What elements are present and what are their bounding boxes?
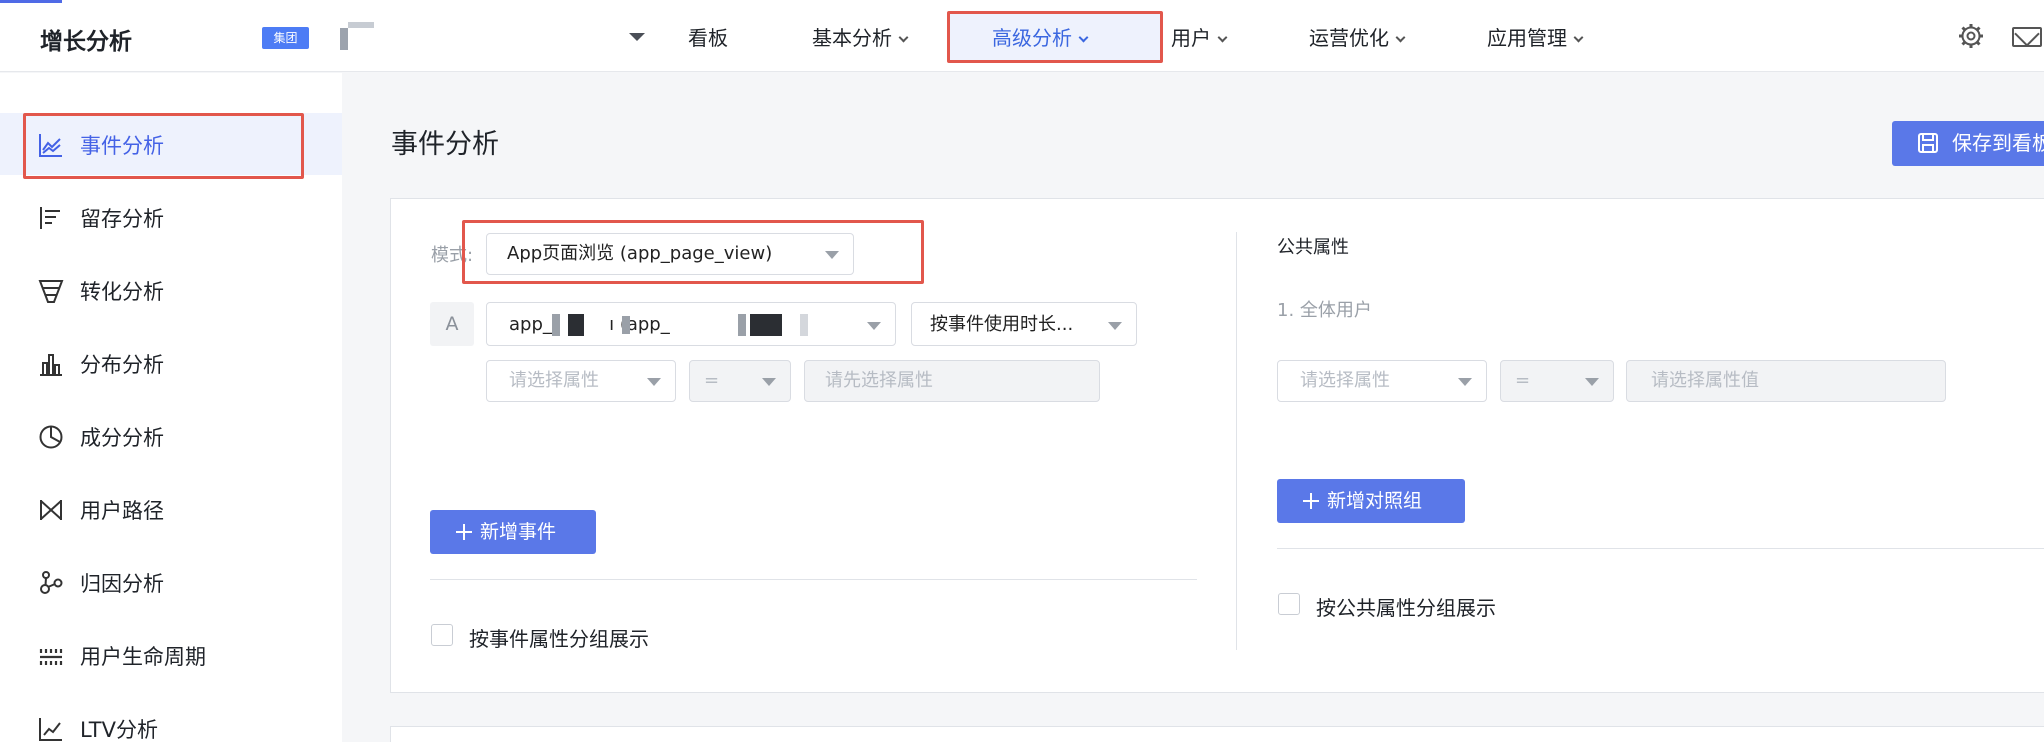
- gear-icon[interactable]: [1958, 23, 1984, 49]
- lifecycle-icon: [39, 649, 63, 665]
- common-property-value-placeholder: 请选择属性值: [1651, 370, 1759, 391]
- dropdown-arrow-icon: [647, 378, 661, 386]
- event-property-value-placeholder: 请先选择属性: [825, 370, 933, 391]
- nav-dashboard[interactable]: 看板: [688, 0, 728, 72]
- save-to-dashboard-button[interactable]: 保存到看板: [1892, 121, 2044, 166]
- path-icon: [40, 500, 62, 520]
- event-select-value: app_ ı (app_: [509, 314, 670, 335]
- top-navigation-bar: 增长分析 集团 看板 基本分析 高级分析 用户 运营优化 应用管理: [0, 0, 2044, 72]
- nav-users-label: 用户: [1171, 26, 1211, 50]
- mail-icon[interactable]: [2012, 27, 2042, 47]
- chevron-down-icon: [1217, 32, 1228, 43]
- event-operator-select[interactable]: =: [689, 360, 791, 402]
- project-dropdown-caret-icon[interactable]: [629, 33, 645, 41]
- divider: [430, 579, 1197, 580]
- dropdown-arrow-icon: [762, 378, 776, 386]
- nav-ops-optimization-label: 运营优化: [1309, 26, 1389, 50]
- column-divider: [1236, 232, 1237, 650]
- sidebar-item-distribution-analysis[interactable]: 分布分析: [0, 332, 342, 394]
- redaction-block: [750, 314, 782, 336]
- pie-chart-icon: [39, 425, 63, 449]
- divider: [1277, 548, 2044, 549]
- nav-app-management-label: 应用管理: [1487, 26, 1567, 50]
- event-operator-value: =: [704, 370, 720, 391]
- common-attributes-title: 公共属性: [1277, 237, 1349, 258]
- add-control-group-button[interactable]: 新增对照组: [1277, 479, 1465, 523]
- highlight-box-mode: [462, 220, 924, 284]
- nav-dashboard-label: 看板: [688, 26, 728, 50]
- sidebar-item-user-lifecycle[interactable]: 用户生命周期: [0, 624, 342, 686]
- chevron-down-icon: [1395, 32, 1406, 43]
- sidebar-item-label: 归因分析: [80, 572, 164, 596]
- sidebar-item-ltv-analysis[interactable]: LTV分析: [0, 697, 342, 742]
- redaction-block: [738, 314, 746, 336]
- sidebar-item-label: 分布分析: [80, 353, 164, 377]
- redaction-block: [800, 314, 808, 336]
- sidebar-item-retention-analysis[interactable]: 留存分析: [0, 186, 342, 248]
- common-property-value-input[interactable]: 请选择属性值: [1626, 360, 1946, 402]
- metric-select-value: 按事件使用时长...: [930, 314, 1074, 335]
- common-operator-value: =: [1515, 370, 1531, 391]
- group-by-event-checkbox[interactable]: [431, 624, 453, 646]
- plus-icon: [1303, 493, 1319, 509]
- add-event-button[interactable]: 新增事件: [430, 510, 596, 554]
- loading-progress-bar: [0, 0, 62, 3]
- dropdown-arrow-icon: [1108, 322, 1122, 330]
- event-property-select[interactable]: 请选择属性: [486, 360, 676, 402]
- nav-basic-analysis[interactable]: 基本分析: [812, 0, 909, 72]
- bar-chart-icon: [40, 354, 62, 376]
- redaction-block: [552, 314, 560, 336]
- common-property-select[interactable]: 请选择属性: [1277, 360, 1487, 402]
- group-by-common-checkbox[interactable]: [1278, 593, 1300, 615]
- attribution-icon: [40, 571, 63, 594]
- event-row-letter: A: [430, 302, 474, 346]
- save-icon: [1918, 133, 1938, 153]
- chevron-down-icon: [1573, 32, 1584, 43]
- nav-basic-analysis-label: 基本分析: [812, 26, 892, 50]
- group-by-event-label: 按事件属性分组展示: [469, 627, 649, 651]
- sidebar-item-label: 留存分析: [80, 207, 164, 231]
- result-panel: [390, 726, 2044, 742]
- all-users-label: 1. 全体用户: [1277, 300, 1372, 321]
- sidebar-item-label: 用户路径: [80, 499, 164, 523]
- highlight-box-nav: [947, 11, 1163, 63]
- sidebar-item-label: LTV分析: [80, 718, 159, 742]
- page-title: 事件分析: [391, 129, 499, 160]
- group-by-common-label: 按公共属性分组展示: [1316, 596, 1496, 620]
- add-control-group-label: 新增对照组: [1327, 490, 1423, 512]
- save-button-label: 保存到看板: [1952, 131, 2044, 155]
- nav-ops-optimization[interactable]: 运营优化: [1309, 0, 1406, 72]
- sidebar-item-attribution-analysis[interactable]: 归因分析: [0, 551, 342, 613]
- dropdown-arrow-icon: [1458, 378, 1472, 386]
- funnel-icon: [38, 280, 64, 303]
- chevron-down-icon: [898, 32, 909, 43]
- event-property-placeholder: 请选择属性: [509, 370, 599, 391]
- nav-users[interactable]: 用户: [1171, 0, 1228, 72]
- nav-app-management[interactable]: 应用管理: [1487, 0, 1584, 72]
- redaction-block: [568, 314, 584, 336]
- dropdown-arrow-icon: [867, 322, 881, 330]
- dropdown-arrow-icon: [1585, 378, 1599, 386]
- group-badge: 集团: [262, 27, 309, 49]
- plus-icon: [456, 524, 472, 540]
- common-operator-select[interactable]: =: [1500, 360, 1614, 402]
- metric-select[interactable]: 按事件使用时长...: [911, 302, 1137, 346]
- sidebar-item-label: 转化分析: [80, 280, 164, 304]
- highlight-box-sidebar: [23, 113, 304, 179]
- sidebar-item-label: 用户生命周期: [80, 645, 206, 669]
- add-event-label: 新增事件: [480, 521, 557, 543]
- common-property-placeholder: 请选择属性: [1300, 370, 1390, 391]
- sidebar-item-composition-analysis[interactable]: 成分分析: [0, 405, 342, 467]
- event-property-value-input[interactable]: 请先选择属性: [804, 360, 1100, 402]
- redaction-block: [622, 316, 630, 334]
- sidebar-item-user-path[interactable]: 用户路径: [0, 478, 342, 540]
- app-title: 增长分析: [40, 29, 132, 55]
- sidebar-item-conversion-analysis[interactable]: 转化分析: [0, 259, 342, 321]
- tenant-logo-icon: [340, 22, 374, 50]
- sidebar-item-label: 成分分析: [80, 426, 164, 450]
- event-select[interactable]: app_ ı (app_: [486, 302, 896, 346]
- trend-icon: [39, 718, 62, 741]
- retention-bars-icon: [40, 207, 60, 229]
